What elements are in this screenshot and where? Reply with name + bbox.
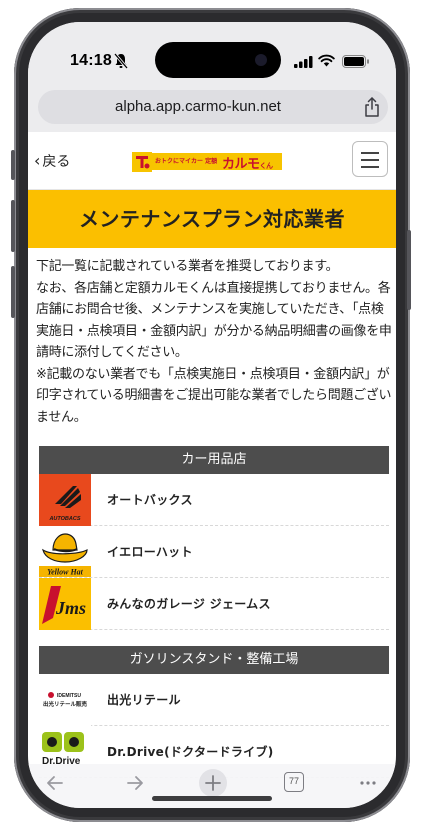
forward-arrow-icon[interactable] — [124, 772, 146, 794]
logo-mark-icon — [132, 152, 152, 172]
carmo-logo[interactable]: おトクにマイカー 定額 カルモくん — [132, 150, 282, 172]
back-label: 戻る — [42, 154, 71, 170]
jms-mark-icon: Jms — [39, 578, 91, 630]
logo-tagline: おトクにマイカー 定額 — [155, 158, 218, 165]
shop-row-autobacs[interactable]: AUTOBACS オートバックス — [39, 474, 389, 526]
menu-line — [361, 159, 379, 161]
yellow-hat-logo-text: Yellow Hat — [47, 568, 84, 577]
category-header-car-goods: カー用品店 — [39, 446, 389, 474]
intro-line: 下記一覧に記載されている業者を推奨しております。 — [36, 259, 339, 274]
status-time: 14:18 — [70, 52, 112, 69]
shop-row-idemitsu[interactable]: IDEMITSU 出光リテール販売 出光リテール — [39, 674, 389, 726]
volume-up-button — [11, 200, 15, 252]
new-tab-plus-icon[interactable] — [198, 768, 228, 798]
shop-name[interactable]: みんなのガレージ ジェームス — [107, 578, 271, 630]
page-banner: メンテナンスプラン対応業者 — [28, 190, 396, 248]
power-button — [407, 230, 411, 310]
site-header: ‹ 戻る おトクにマイカー 定額 カルモくん — [28, 132, 396, 190]
more-icon[interactable] — [358, 772, 378, 794]
camera-icon — [255, 54, 267, 66]
logo-band: おトクにマイカー 定額 カルモくん — [150, 153, 282, 172]
screen: 14:18 alpha.app.carmo-kun.net ‹ 戻る おトクにマ… — [28, 22, 396, 808]
hamburger-menu-button[interactable] — [352, 141, 388, 177]
battery-icon — [342, 55, 369, 68]
yellow-hat-logo: Yellow Hat — [39, 526, 91, 578]
chevron-left-icon: ‹ — [34, 151, 41, 170]
autobacs-logo: AUTOBACS — [39, 474, 91, 526]
share-icon[interactable] — [364, 97, 380, 117]
logo-wordmark-kun: くん — [259, 162, 274, 170]
address-bar: alpha.app.carmo-kun.net — [28, 82, 396, 132]
shop-name[interactable]: オートバックス — [107, 474, 193, 526]
intro-text: 下記一覧に記載されている業者を推奨しております。 なお、各店舗と定額カルモくんは… — [36, 256, 392, 428]
action-button — [11, 150, 15, 180]
autobacs-logo-text: AUTOBACS — [48, 516, 80, 522]
page-title: メンテナンスプラン対応業者 — [78, 207, 346, 231]
tabs-count-button[interactable]: 77 — [284, 772, 304, 792]
volume-down-button — [11, 266, 15, 318]
jms-logo-text: Jms — [55, 598, 86, 618]
idemitsu-mark-icon: IDEMITSU 出光リテール販売 — [43, 692, 88, 708]
wifi-icon — [318, 54, 335, 67]
idemitsu-logo-text: 出光リテール販売 — [43, 700, 88, 708]
url-field[interactable]: alpha.app.carmo-kun.net — [38, 90, 388, 124]
shop-name[interactable]: 出光リテール — [107, 674, 181, 726]
home-indicator[interactable] — [152, 796, 272, 801]
back-arrow-icon[interactable] — [44, 772, 66, 794]
back-link[interactable]: ‹ 戻る — [34, 151, 70, 171]
intro-line: ※記載のない業者でも「点検実施日・点検項目・金額内訳」が印字されている明細書をご… — [36, 366, 392, 425]
logo-wordmark-main: カルモ — [222, 157, 260, 172]
yellow-hat-icon: Yellow Hat — [39, 533, 91, 577]
category-header-gas-station: ガソリンスタンド・整備工場 — [39, 646, 389, 674]
shop-row-jms[interactable]: Jms みんなのガレージ ジェームス — [39, 578, 389, 630]
idemitsu-logo-top-text: IDEMITSU — [57, 693, 81, 699]
autobacs-mark-icon: AUTOBACS — [48, 486, 81, 522]
signal-icon — [294, 56, 313, 68]
logo-wordmark: カルモくん — [222, 153, 273, 172]
dynamic-island — [155, 42, 281, 78]
browser-toolbar: 77 — [28, 764, 396, 808]
shop-row-yellow-hat[interactable]: Yellow Hat イエローハット — [39, 526, 389, 578]
menu-line — [361, 152, 379, 154]
jms-logo: Jms — [39, 578, 91, 630]
bell-slash-icon — [114, 53, 128, 69]
url-text[interactable]: alpha.app.carmo-kun.net — [38, 90, 358, 124]
idemitsu-logo: IDEMITSU 出光リテール販売 — [39, 674, 91, 726]
status-bar: 14:18 — [28, 22, 396, 82]
shop-name[interactable]: イエローハット — [107, 526, 193, 578]
intro-line: なお、各店舗と定額カルモくんは直接提携しておりません。各店舗にお問合せ後、メンテ… — [36, 280, 392, 361]
menu-line — [361, 166, 379, 168]
